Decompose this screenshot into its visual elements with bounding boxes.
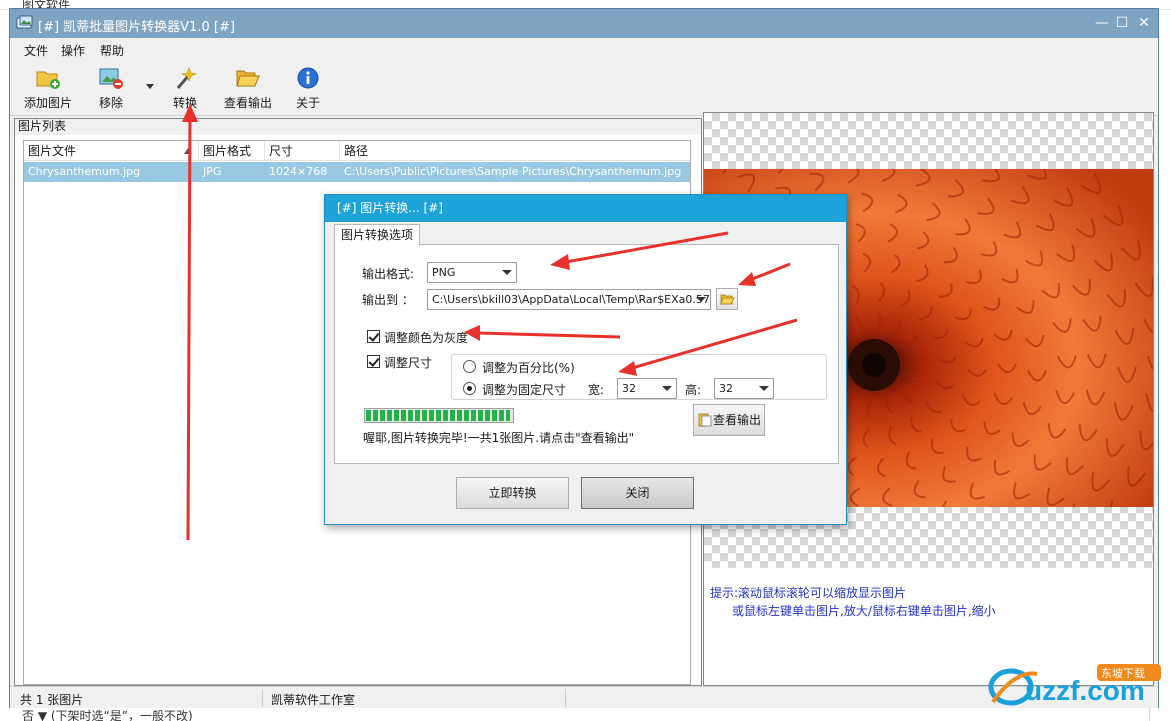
folder-open-icon [236,70,260,87]
resize-label[interactable]: 调整尺寸 [384,354,432,371]
close-dialog-button[interactable]: 关闭 [581,477,694,509]
folder-open-icon [720,294,735,305]
title-bar[interactable]: [#] 凯蒂批量图片转换器V1.0 [#] — ☐ ✕ [10,9,1158,38]
fixed-size-radio[interactable] [463,382,476,395]
menu-operate[interactable]: 操作 [61,42,85,59]
column-header-size[interactable]: 尺寸 [265,141,340,161]
remove-dropdown-icon[interactable] [145,82,155,90]
add-image-button[interactable]: 添加图片 [20,62,76,114]
progress-fill [366,410,510,421]
menu-bar: 文件 操作 帮助 [10,38,1158,60]
cell-file: Chrysanthemum.jpg [28,165,141,178]
column-header-path[interactable]: 路径 [340,141,690,161]
percent-label[interactable]: 调整为百分比(%) [482,359,575,376]
list-header: 图片文件 图片格式 尺寸 路径 [24,141,690,161]
output-dir-label: 输出到 ： [362,293,414,307]
menu-file[interactable]: 文件 [24,42,48,59]
width-select[interactable]: 32 [617,378,677,399]
preview-hint-line1: 提示:滚动鼠标滚轮可以缩放显示图片 [710,586,907,600]
remove-label: 移除 [98,96,123,110]
view-output-button[interactable]: 查看输出 [218,62,278,114]
column-header-format[interactable]: 图片格式 [199,141,265,161]
watermark-logo: uzzf.com 东坡下载 [988,664,1161,706]
column-header-file[interactable]: 图片文件 [24,141,199,161]
dialog-title[interactable]: [#] 图片转换... [#] [325,195,846,222]
width-value: 32 [622,382,636,395]
chevron-down-icon [759,386,769,391]
convert-now-button[interactable]: 立即转换 [456,477,569,509]
view-output-label: 查看输出 [223,96,272,110]
watermark-tag: 东坡下载 [1101,667,1145,680]
about-button[interactable]: 关于 [288,62,328,114]
browse-folder-button[interactable] [716,288,738,310]
resize-checkbox[interactable] [367,355,380,368]
output-dir-select[interactable]: C:\Users\bkill03\AppData\Local\Temp\Rar$… [427,289,711,310]
status-separator [565,689,566,707]
add-image-label: 添加图片 [23,96,72,110]
grayscale-label[interactable]: 调整颜色为灰度 [384,329,468,346]
height-label: 高: [685,383,702,397]
output-format-value: PNG [432,266,456,279]
resize-options-group: 调整为百分比(%) 调整为固定尺寸 宽: 32 高: 32 [451,354,827,400]
status-message: 喔耶,图片转换完毕!一共1张图片.请点击"查看输出" [363,431,635,445]
sort-up-icon [184,148,192,154]
image-list-title: 图片列表 [15,119,701,135]
background-bottom-text: 否 ▼ (下架时选“是”，一般不改) [22,709,193,721]
chevron-down-icon [662,386,672,391]
toolbar: 添加图片 移除 转换 查看输出 关于 [10,60,1158,116]
width-label: 宽: [588,383,605,397]
status-separator [262,689,263,707]
magic-wand-icon [176,67,198,89]
about-label: 关于 [295,96,320,110]
fixed-size-label[interactable]: 调整为固定尺寸 [482,381,566,398]
image-remove-icon [99,68,123,89]
view-output-button[interactable]: 查看输出 [693,404,765,436]
view-output-label: 查看输出 [712,413,761,427]
menu-help[interactable]: 帮助 [100,42,124,59]
status-studio: 凯蒂软件工作室 [271,693,356,707]
table-row[interactable]: Chrysanthemum.jpg JPG 1024×768 C:\Users\… [24,162,690,182]
percent-radio[interactable] [463,360,476,373]
convert-options-page: 输出格式: PNG 输出到 ： C:\Users\bkill03\AppData… [334,244,839,464]
close-button[interactable]: ✕ [1134,13,1154,33]
output-format-label: 输出格式: [362,267,415,281]
open-output-icon [698,413,712,427]
cell-path: C:\Users\Public\Pictures\Sample Pictures… [344,165,682,178]
tab-convert-options[interactable]: 图片转换选项 [334,224,421,246]
remove-button[interactable]: 移除 [86,62,136,114]
chevron-down-icon [502,270,512,275]
height-value: 32 [719,382,733,395]
preview-hint-line2: 或鼠标左键单击图片,放大/鼠标右键单击图片,缩小 [732,604,996,618]
output-format-select[interactable]: PNG [427,262,517,283]
output-dir-value: C:\Users\bkill03\AppData\Local\Temp\Rar$… [432,293,711,306]
maximize-button[interactable]: ☐ [1112,13,1132,33]
grayscale-checkbox[interactable] [367,330,380,343]
convert-dialog: [#] 图片转换... [#] 图片转换选项 输出格式: PNG 输出到 ： C… [324,194,847,525]
app-icon [16,15,33,29]
height-select[interactable]: 32 [714,378,774,399]
convert-label: 转换 [172,96,197,110]
window-title: [#] 凯蒂批量图片转换器V1.0 [#] [38,20,235,35]
cell-size: 1024×768 [269,165,328,178]
progress-bar [364,408,514,423]
info-icon [297,67,319,89]
minimize-button[interactable]: — [1092,13,1112,33]
status-image-count: 共 1 张图片 [20,693,84,707]
chevron-down-icon [696,297,706,302]
convert-button[interactable]: 转换 [163,62,207,114]
cell-format: JPG [203,165,222,178]
folder-add-icon [36,71,60,89]
